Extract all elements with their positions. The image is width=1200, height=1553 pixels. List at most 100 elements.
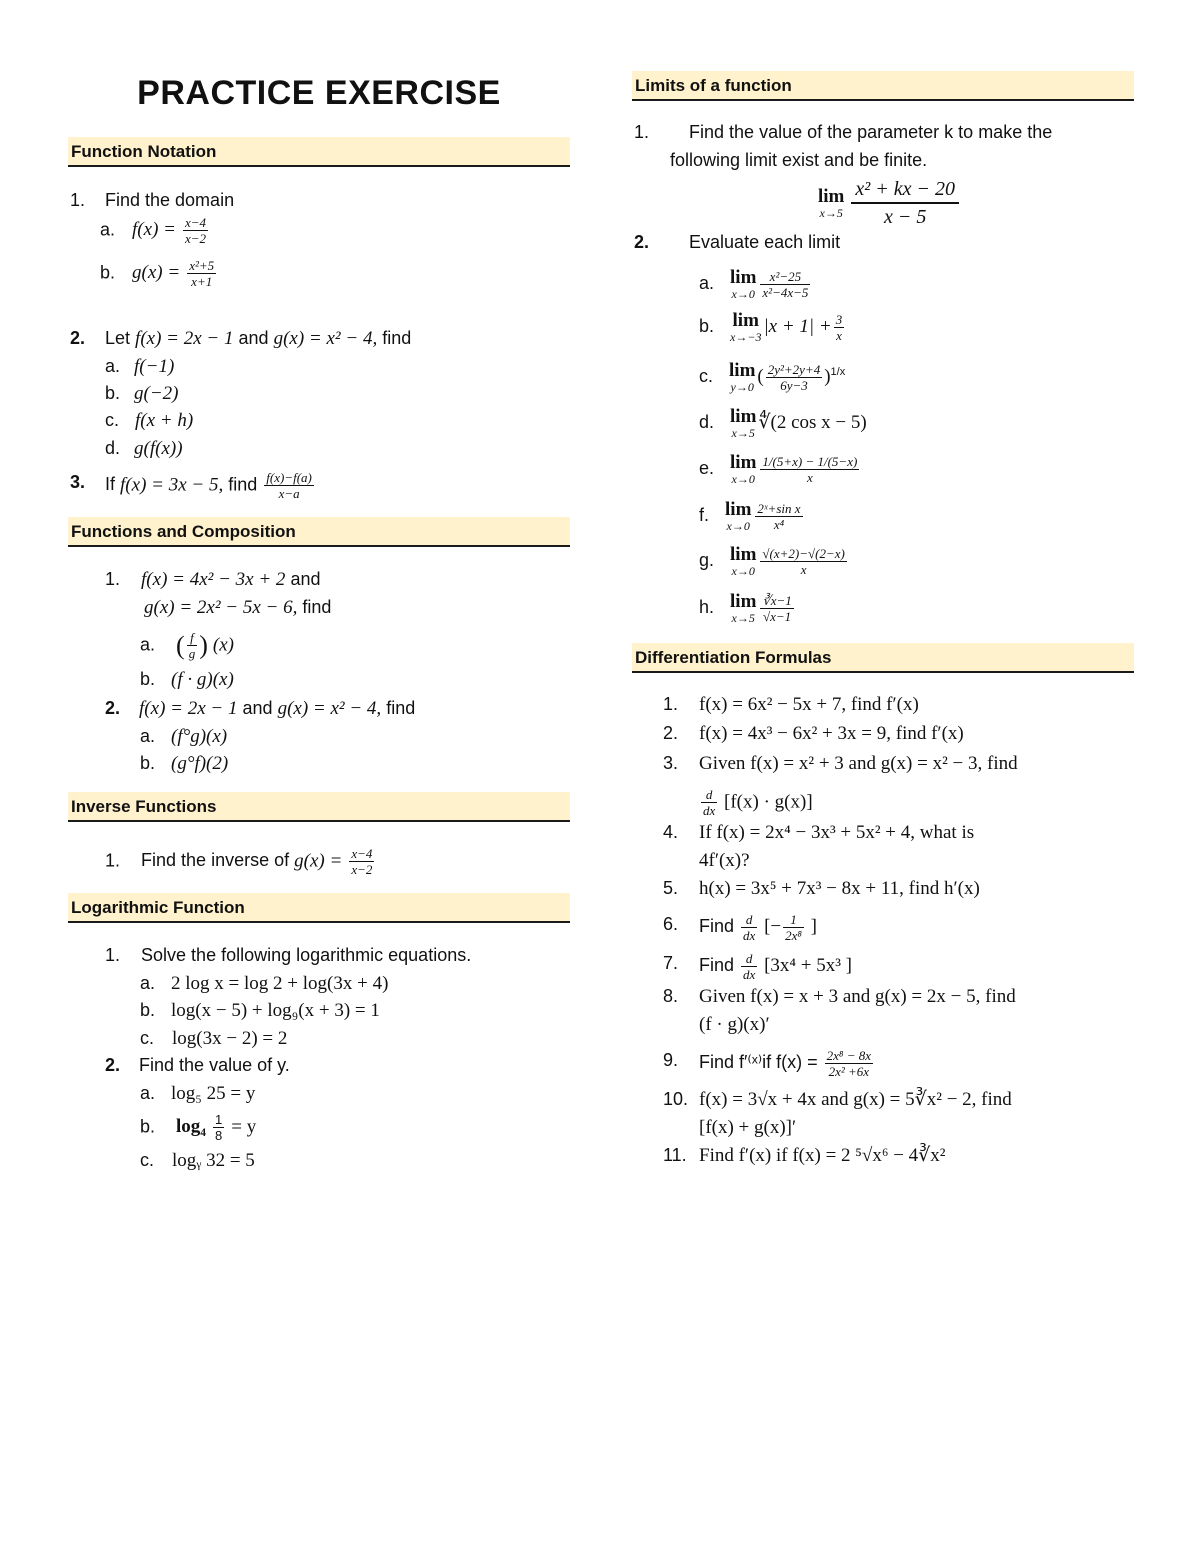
limit-operator: lim x→0 — [730, 545, 756, 578]
limit-item: e. lim x→0 1/(5+x) − 1/(5−x) x — [699, 453, 861, 485]
fn-q2-a: a. f(−1) — [105, 354, 174, 379]
q-text: and — [242, 698, 273, 718]
limit-operator: lim x→5 — [730, 407, 756, 440]
lim-sub: x→0 — [731, 287, 755, 301]
log-q2-a: a. log₅ 25 = y — [140, 1081, 255, 1106]
fraction: 18 — [213, 1112, 225, 1143]
q-text: Find the inverse of — [141, 850, 290, 871]
math-expr: (x) — [212, 634, 234, 656]
numerator: 3 — [833, 311, 845, 328]
limit-item: d. lim x→5 ∜(2 cos x − 5) — [699, 407, 867, 440]
item-label: c. — [699, 366, 714, 386]
fraction: 3x — [833, 311, 845, 343]
fraction: 1 2x⁸ — [783, 912, 804, 943]
item-label: a. — [100, 219, 116, 240]
q-text: Evaluate each limit — [689, 232, 841, 252]
limit-item: c. lim y→0(2y²+2y+4 6y−3)1/x — [699, 360, 846, 395]
item-label: g. — [699, 549, 715, 570]
q-number: 3. — [70, 472, 86, 492]
lim-text: lim — [729, 360, 756, 382]
diff-item: 4. If f(x) = 2x⁴ − 3x³ + 5x² + 4, what is — [663, 820, 974, 845]
comp-q1-a: a. (f g) (x) — [140, 630, 234, 661]
item-label: e. — [699, 457, 715, 478]
log-q2-b: b. log₄ 18 = y — [140, 1112, 256, 1143]
lim-sub: x→0 — [731, 564, 755, 578]
math-expr: f(x) = — [132, 219, 176, 241]
q-number: 6. — [663, 914, 679, 934]
page-title: PRACTICE EXERCISE — [137, 74, 501, 112]
q-text: If — [105, 474, 116, 495]
lim-sub: y→0 — [730, 380, 754, 395]
section-header-inverse: Inverse Functions — [68, 792, 570, 822]
q-text: Solve the following logarithmic equation… — [141, 945, 472, 965]
comp-q2: 2. f(x) = 2x − 1 and g(x) = x² − 4, find — [105, 696, 415, 721]
q-text: Find — [699, 955, 740, 976]
limit-operator: lim x→5 — [730, 592, 756, 625]
diff-item-continued: d dx [f(x) · g(x)] — [699, 787, 813, 818]
denominator: 2x⁸ — [785, 928, 802, 943]
denominator: g — [188, 646, 196, 661]
lim-q1-expr: lim x→5 x² + kx − 20 x − 5 — [818, 176, 960, 230]
fraction: 2ˣ+sin x x⁴ — [755, 501, 803, 532]
item-label: a. — [140, 973, 156, 993]
q-number: 1. — [634, 122, 650, 142]
fraction: 1/(5+x) − 1/(5−x) x — [760, 453, 860, 485]
item-label: a. — [105, 356, 121, 376]
denominator: dx — [703, 803, 716, 818]
denominator: x — [836, 327, 842, 343]
fn-q2-c: c. f(x + h) — [105, 408, 193, 433]
comp-q1-b: b. (f · g)(x) — [140, 667, 234, 692]
math-expr: logᵧ 32 = 5 — [172, 1150, 255, 1171]
numerator: x²+5 — [187, 258, 217, 274]
section-header-differentiation: Differentiation Formulas — [632, 643, 1134, 673]
math-expr: g(x) = — [294, 850, 343, 872]
math-expr: g(x) = x² − 4, — [273, 328, 378, 349]
q-text: Find the value of y. — [139, 1055, 290, 1075]
math-expr: ] — [805, 916, 817, 938]
section-header-function-notation: Function Notation — [68, 137, 570, 167]
q-body: f(x) = 6x² − 5x + 7, find f′(x) — [699, 694, 919, 715]
denominator: 2x² +6x — [828, 1064, 870, 1079]
lim-text: lim — [732, 310, 759, 331]
q-body: h(x) = 3x⁵ + 7x³ − 8x + 11, find h′(x) — [699, 878, 980, 899]
denominator: 8 — [215, 1128, 223, 1143]
q-text: find — [228, 474, 258, 495]
q-text: Find the value of the parameter k to mak… — [689, 122, 1053, 142]
exponent: 1/x — [830, 366, 846, 378]
fraction: 2x⁸ − 8x 2x² +6x — [824, 1048, 873, 1079]
numerator: 1/(5+x) − 1/(5−x) — [760, 453, 860, 470]
fraction: x−4 x−2 — [182, 215, 209, 246]
q-number: 1. — [105, 945, 121, 965]
math-expr: ∜(2 cos x − 5) — [758, 411, 867, 433]
q-number: 1. — [105, 850, 121, 871]
log-q1: 1. Solve the following logarithmic equat… — [105, 943, 471, 967]
fn-q3: 3. If f(x) = 3x − 5, find f(x)−f(a) x−a — [70, 470, 316, 501]
diff-item: 2. f(x) = 4x³ − 6x² + 3x = 9, find f′(x) — [663, 721, 964, 746]
limit-operator: lim x→0 — [725, 499, 752, 533]
q-text: find — [382, 328, 412, 348]
numerator: 1 — [213, 1112, 225, 1128]
fn-q2-b: b. g(−2) — [105, 381, 179, 406]
denominator: x−2 — [184, 231, 207, 246]
numerator: d — [741, 912, 758, 928]
lim-q1: 1. Find the value of the parameter k to … — [634, 120, 1052, 144]
q-text: and — [290, 569, 321, 589]
math-expr: log(3x − 2) = 2 — [172, 1028, 288, 1049]
section-header-limits: Limits of a function — [632, 71, 1134, 101]
derivative-operator: d dx — [741, 951, 758, 982]
diff-item: 8. Given f(x) = x + 3 and g(x) = 2x − 5, … — [663, 984, 1016, 1009]
numerator: d — [741, 951, 758, 967]
lim-text: lim — [725, 499, 752, 520]
log-q1-a: a. 2 log x = log 2 + log(3x + 4) — [140, 971, 388, 996]
limit-item: g. lim x→0 √(x+2)−√(2−x) x — [699, 545, 849, 577]
math-expr: f(−1) — [134, 356, 175, 377]
numerator: ∛x−1 — [760, 592, 794, 609]
denominator: x − 5 — [884, 206, 927, 228]
denominator: x — [806, 469, 813, 485]
diff-item: 5. h(x) = 3x⁵ + 7x³ − 8x + 11, find h′(x) — [663, 876, 980, 901]
item-label: b. — [699, 315, 715, 336]
numerator: 2x⁸ − 8x — [824, 1048, 873, 1064]
diff-item: 11. Find f′(x) if f(x) = 2 ⁵√x⁶ − 4∛x² — [663, 1143, 945, 1168]
fn-q2-d: d. g(f(x)) — [105, 436, 183, 461]
limit-item: h. lim x→5 ∛x−1 √x−1 — [699, 592, 796, 624]
